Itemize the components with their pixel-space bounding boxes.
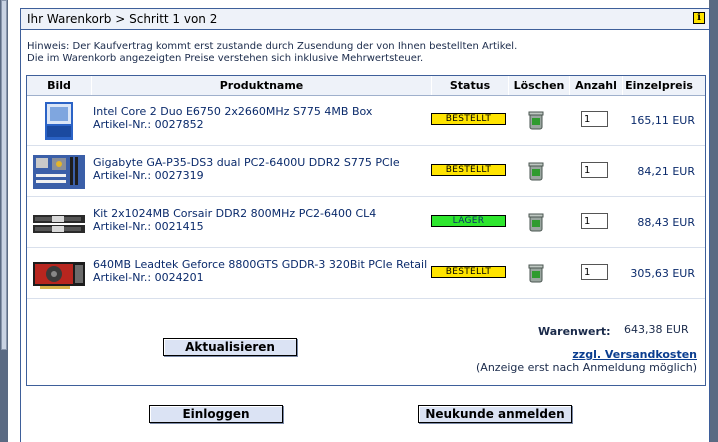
status-badge: LAGER (431, 215, 506, 227)
login-button[interactable]: Einloggen (149, 405, 283, 423)
product-name[interactable]: 640MB Leadtek Geforce 8800GTS GDDR-3 320… (93, 258, 429, 271)
product-info: Intel Core 2 Duo E6750 2x2660MHz S775 4M… (93, 105, 429, 131)
article-number: Artikel-Nr.: 0027319 (93, 169, 204, 182)
graphics-card-image[interactable] (32, 254, 86, 294)
quantity-input[interactable] (581, 111, 608, 127)
product-info: 640MB Leadtek Geforce 8800GTS GDDR-3 320… (93, 258, 429, 284)
table-row: 640MB Leadtek Geforce 8800GTS GDDR-3 320… (27, 249, 705, 299)
product-info: Gigabyte GA-P35-DS3 dual PC2-6400U DDR2 … (93, 156, 429, 182)
order-value-label: Warenwert: (538, 325, 611, 338)
quantity-input[interactable] (581, 213, 608, 229)
status-badge: BESTELLT (431, 113, 506, 125)
register-button[interactable]: Neukunde anmelden (418, 405, 572, 423)
shipping-note: (Anzeige erst nach Anmeldung möglich) (476, 361, 697, 374)
article-number: Artikel-Nr.: 0024201 (93, 271, 204, 284)
cpu-box-image[interactable] (32, 101, 86, 141)
ram-kit-image[interactable] (32, 203, 86, 243)
info-icon[interactable]: i (693, 12, 705, 24)
unit-price: 84,21 EUR (637, 165, 695, 178)
unit-price: 165,11 EUR (630, 114, 695, 127)
panel-header: Ihr Warenkorb > Schritt 1 von 2 i (21, 9, 709, 30)
quantity-input[interactable] (581, 162, 608, 178)
status-badge: BESTELLT (431, 164, 506, 176)
table-header: Bild Produktname Status Löschen Anzahl E… (27, 76, 705, 96)
article-number: Artikel-Nr.: 0027852 (93, 118, 204, 131)
trash-icon[interactable] (527, 161, 545, 181)
trash-icon[interactable] (527, 110, 545, 130)
product-name[interactable]: Gigabyte GA-P35-DS3 dual PC2-6400U DDR2 … (93, 156, 429, 169)
unit-price: 88,43 EUR (637, 216, 695, 229)
col-header-bild: Bild (47, 79, 71, 92)
table-row: Intel Core 2 Duo E6750 2x2660MHz S775 4M… (27, 96, 705, 146)
status-badge: BESTELLT (431, 266, 506, 278)
col-header-qty: Anzahl (569, 76, 622, 95)
col-header-price: Einzelpreis (622, 76, 695, 95)
table-row: Gigabyte GA-P35-DS3 dual PC2-6400U DDR2 … (27, 147, 705, 197)
order-value: 643,38 EUR (624, 323, 689, 336)
scrollbar-thumb[interactable] (1, 0, 7, 350)
update-button[interactable]: Aktualisieren (163, 338, 297, 356)
right-scrollbar[interactable] (709, 0, 718, 442)
col-header-name: Produktname (91, 76, 431, 95)
motherboard-image[interactable] (32, 152, 86, 192)
unit-price: 305,63 EUR (630, 267, 695, 280)
trash-icon[interactable] (527, 212, 545, 232)
product-name[interactable]: Intel Core 2 Duo E6750 2x2660MHz S775 4M… (93, 105, 429, 118)
product-name[interactable]: Kit 2x1024MB Corsair DDR2 800MHz PC2-640… (93, 207, 429, 220)
article-number: Artikel-Nr.: 0021415 (93, 220, 204, 233)
table-row: Kit 2x1024MB Corsair DDR2 800MHz PC2-640… (27, 198, 705, 248)
product-info: Kit 2x1024MB Corsair DDR2 800MHz PC2-640… (93, 207, 429, 233)
shipping-costs-link[interactable]: zzgl. Versandkosten (572, 348, 697, 361)
cart-table: Bild Produktname Status Löschen Anzahl E… (26, 75, 706, 386)
cart-panel: Ihr Warenkorb > Schritt 1 von 2 i Hinwei… (20, 8, 710, 442)
col-header-status: Status (431, 76, 508, 95)
left-scrollbar[interactable] (0, 0, 8, 442)
quantity-input[interactable] (581, 264, 608, 280)
page-title: Ihr Warenkorb > Schritt 1 von 2 (27, 12, 218, 26)
hint-line-2: Die im Warenkorb angezeigten Preise vers… (27, 53, 424, 64)
trash-icon[interactable] (527, 263, 545, 283)
hint-line-1: Hinweis: Der Kaufvertrag kommt erst zust… (27, 41, 518, 52)
col-header-delete: Löschen (508, 76, 569, 95)
hint-text: Hinweis: Der Kaufvertrag kommt erst zust… (27, 41, 517, 65)
page: Ihr Warenkorb > Schritt 1 von 2 i Hinwei… (8, 0, 710, 442)
